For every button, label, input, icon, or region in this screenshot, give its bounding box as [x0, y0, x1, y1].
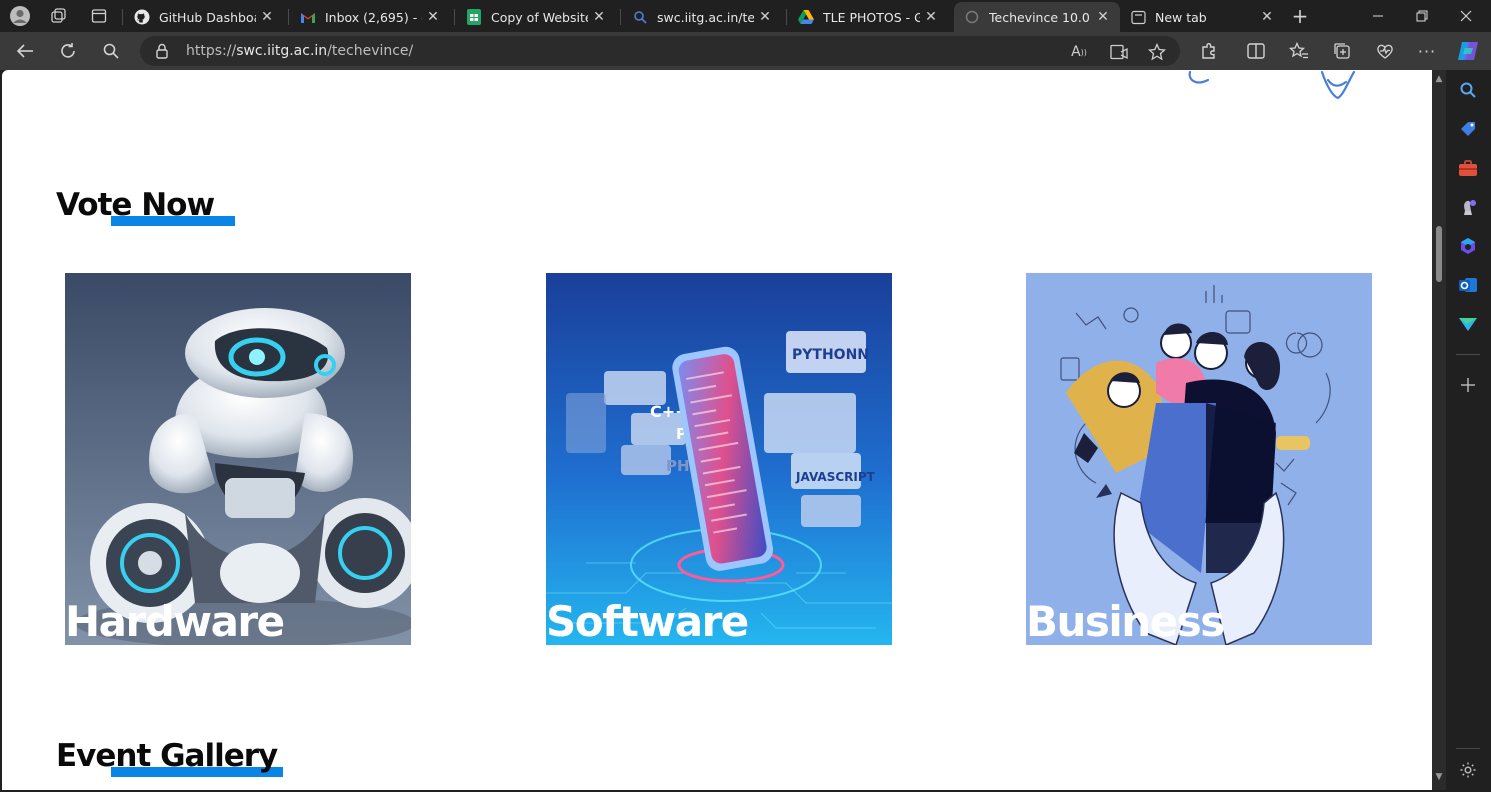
collections-icon[interactable]	[1327, 37, 1357, 65]
workspaces-icon[interactable]	[45, 4, 73, 28]
tab-title: GitHub Dashboard	[159, 9, 256, 25]
shopping-tag-icon[interactable]	[1456, 117, 1480, 141]
svg-text:PYTHONN: PYTHONN	[792, 347, 869, 363]
add-sidebar-app-icon[interactable]	[1456, 373, 1480, 397]
url-scheme: https://	[186, 43, 237, 59]
card-label-hardware: Hardware	[65, 597, 285, 645]
extensions-icon[interactable]	[1194, 37, 1224, 65]
google-drive-icon	[798, 9, 814, 25]
github-icon	[134, 9, 150, 25]
vote-now-heading: Vote Now	[56, 187, 215, 223]
google-sheets-icon	[466, 9, 482, 25]
close-tab-icon[interactable]: ✕	[588, 6, 610, 28]
tab-separator	[786, 9, 787, 25]
hardware-robot-image	[65, 273, 411, 645]
scrollbar-thumb[interactable]	[1436, 226, 1442, 282]
close-tab-icon[interactable]: ✕	[1256, 6, 1278, 28]
games-chess-icon[interactable]	[1456, 195, 1480, 219]
tab-separator	[454, 9, 455, 25]
tab-title: Copy of Website da	[491, 9, 588, 25]
tab-separator	[122, 9, 123, 25]
page-scrollbar[interactable]: ▲ ▼	[1432, 70, 1446, 790]
tab-title: TLE PHOTOS - Goog	[823, 9, 920, 25]
tab-separator	[288, 9, 289, 25]
address-toolbar: https://swc.iitg.ac.in/techevince/ A)) ·…	[0, 32, 1491, 70]
close-tab-icon[interactable]: ✕	[256, 6, 278, 28]
refresh-icon[interactable]	[53, 37, 83, 65]
tab-swc-techevince[interactable]: swc.iitg.ac.in/techev ✕	[622, 2, 782, 32]
outlook-icon[interactable]	[1456, 273, 1480, 297]
sidebar-search-icon[interactable]	[1456, 78, 1480, 102]
event-gallery-heading: Event Gallery	[56, 738, 278, 774]
copilot-icon[interactable]	[1453, 37, 1483, 65]
lock-icon[interactable]	[154, 43, 170, 59]
sidebar-settings-gear-icon[interactable]	[1456, 758, 1480, 782]
microsoft-365-icon[interactable]	[1456, 234, 1480, 258]
vote-card-software[interactable]: PYTHONN JAVASCRIPT C++ PH PHP	[546, 273, 892, 645]
tab-new-tab[interactable]: New tab ✕	[1120, 2, 1284, 32]
close-tab-icon[interactable]: ✕	[422, 6, 444, 28]
tools-briefcase-icon[interactable]	[1456, 156, 1480, 180]
close-tab-icon[interactable]: ✕	[920, 6, 942, 28]
url-domain: swc.iitg.ac.in	[236, 43, 328, 59]
business-people-image	[1026, 273, 1372, 645]
search-icon	[632, 9, 648, 25]
browser-essentials-icon[interactable]	[1370, 37, 1400, 65]
search-icon[interactable]	[96, 37, 126, 65]
new-tab-plus-icon[interactable]: +	[1286, 4, 1314, 28]
sidebar-divider	[1456, 354, 1480, 355]
gmail-icon	[300, 9, 316, 25]
close-tab-icon[interactable]: ✕	[1092, 6, 1114, 28]
new-tab-page-icon	[1130, 9, 1146, 25]
card-label-business: Business	[1026, 597, 1225, 645]
tab-separator	[620, 9, 621, 25]
svg-text:JAVASCRIPT: JAVASCRIPT	[795, 470, 876, 484]
minimize-icon[interactable]	[1356, 0, 1400, 32]
split-screen-icon[interactable]	[1241, 37, 1271, 65]
tab-website-sheet[interactable]: Copy of Website da ✕	[456, 2, 616, 32]
tab-title: Techevince 10.0	[989, 9, 1090, 25]
vote-card-business[interactable]: Business	[1026, 273, 1372, 645]
tab-title: New tab	[1155, 9, 1207, 25]
immersive-reader-icon[interactable]	[1110, 43, 1128, 61]
scroll-down-arrow-icon[interactable]: ▼	[1434, 772, 1444, 782]
address-bar[interactable]: https://swc.iitg.ac.in/techevince/ A))	[140, 36, 1180, 66]
tab-github-dashboard[interactable]: GitHub Dashboard ✕	[124, 2, 284, 32]
close-window-icon[interactable]	[1444, 0, 1488, 32]
card-label-software: Software	[546, 597, 749, 645]
close-tab-icon[interactable]: ✕	[754, 6, 776, 28]
vote-card-hardware[interactable]: Hardware	[65, 273, 411, 645]
tab-techevince-active[interactable]: Techevince 10.0 ✕	[954, 2, 1120, 32]
read-aloud-label: A	[1071, 44, 1081, 60]
loading-icon	[964, 9, 980, 25]
tab-title: Inbox (2,695) - gdev	[325, 9, 422, 25]
decorative-doodle-icon	[1188, 70, 1356, 100]
favorites-icon[interactable]	[1284, 37, 1314, 65]
edge-sidebar	[1446, 70, 1491, 792]
sidebar-divider	[1456, 748, 1480, 749]
scroll-up-arrow-icon[interactable]: ▲	[1434, 74, 1444, 84]
software-phone-image: PYTHONN JAVASCRIPT C++ PH PHP	[546, 273, 892, 645]
tab-actions-icon[interactable]	[85, 4, 113, 28]
drop-send-icon[interactable]	[1456, 312, 1480, 336]
restore-icon[interactable]	[1400, 0, 1444, 32]
page-viewport: Vote Now Hardware PYTHONN JAVASCRIPT C++…	[2, 70, 1432, 790]
favorite-star-icon[interactable]	[1148, 43, 1166, 61]
url-text[interactable]: https://swc.iitg.ac.in/techevince/	[186, 43, 413, 59]
tab-gmail-inbox[interactable]: Inbox (2,695) - gdev ✕	[290, 2, 450, 32]
back-arrow-icon[interactable]	[10, 37, 40, 65]
tab-tle-photos[interactable]: TLE PHOTOS - Goog ✕	[788, 2, 948, 32]
read-aloud-icon[interactable]: A))	[1070, 43, 1088, 61]
tab-title: swc.iitg.ac.in/techev	[657, 9, 754, 25]
tab-strip: GitHub Dashboard ✕ Inbox (2,695) - gdev …	[0, 0, 1491, 32]
more-options-icon[interactable]: ···	[1412, 37, 1442, 65]
profile-avatar-icon[interactable]	[6, 4, 34, 28]
url-path: /techevince/	[327, 43, 414, 59]
